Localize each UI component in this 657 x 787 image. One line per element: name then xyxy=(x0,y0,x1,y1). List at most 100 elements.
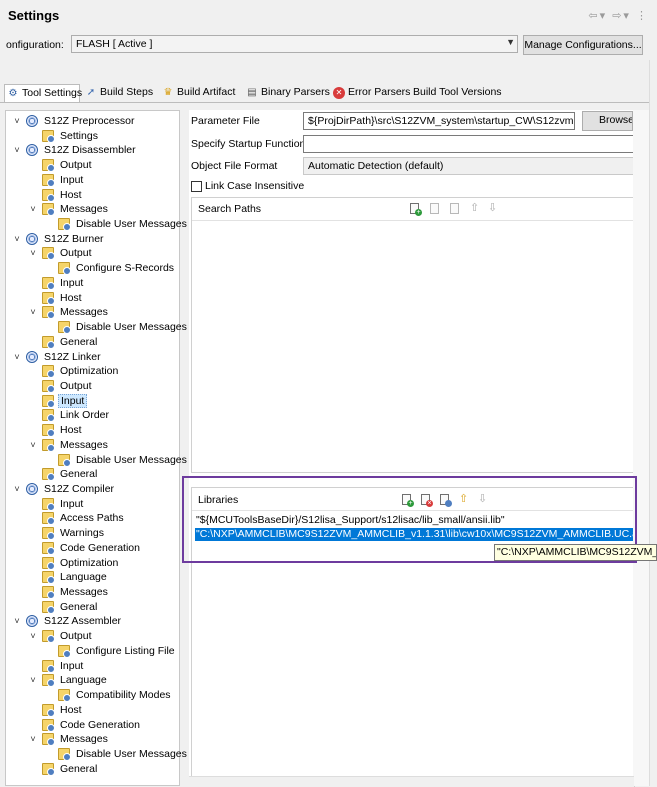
tree-item-label: Output xyxy=(60,630,92,643)
menu-icon[interactable]: ⋮ xyxy=(636,10,649,22)
settings-folder-icon xyxy=(42,659,55,673)
tab-label: Build Artifact xyxy=(177,86,236,98)
chevron-down-icon[interactable]: ˅ xyxy=(12,232,22,246)
tree-item-label: Output xyxy=(60,379,92,392)
window-title: Settings xyxy=(8,8,60,23)
tree-item-label: Disable User Messages xyxy=(76,453,187,466)
chevron-down-icon[interactable]: ˅ xyxy=(28,629,38,643)
tree-item-label: Code Generation xyxy=(60,718,140,731)
tree-item-label: Code Generation xyxy=(60,541,140,554)
tree-item-label: Configure S-Records xyxy=(76,262,175,275)
chevron-down-icon[interactable]: ˅ xyxy=(12,350,22,364)
chevron-down-icon[interactable]: ˅ xyxy=(12,482,22,496)
settings-folder-icon xyxy=(42,497,55,511)
tool-icon xyxy=(26,350,38,363)
chevron-down-icon[interactable]: ˅ xyxy=(28,305,38,319)
error-icon: ✕ xyxy=(333,87,345,99)
settings-folder-icon xyxy=(42,247,55,261)
tree-item-label: Messages xyxy=(60,306,108,319)
manage-configurations-button[interactable]: Manage Configurations... xyxy=(523,35,643,55)
settings-folder-icon xyxy=(42,600,55,614)
settings-folder-icon xyxy=(42,733,55,747)
tab-build-artifact[interactable]: ♛ Build Artifact xyxy=(160,84,242,102)
tree-item-label: Host xyxy=(60,291,82,304)
settings-folder-icon xyxy=(42,159,55,173)
artifact-icon: ♛ xyxy=(163,87,173,98)
chevron-down-icon[interactable]: ˅ xyxy=(12,614,22,628)
tree-item-label: Messages xyxy=(60,586,108,599)
tab-tool-settings[interactable]: ⚙ Tool Settings xyxy=(4,84,82,102)
tab-label: Build Steps xyxy=(100,86,154,98)
configuration-select[interactable]: FLASH [ Active ] ▼ xyxy=(71,35,518,53)
settings-folder-icon xyxy=(42,424,55,438)
settings-folder-icon xyxy=(42,468,55,482)
tree-item-label: Messages xyxy=(60,203,108,216)
chevron-down-icon[interactable]: ˅ xyxy=(28,673,38,687)
chevron-down-icon[interactable]: ˅ xyxy=(28,246,38,260)
browse-button[interactable]: Browse... xyxy=(582,111,633,131)
chevron-down-icon[interactable]: ˅ xyxy=(12,143,22,157)
settings-folder-icon xyxy=(42,438,55,452)
chevron-down-icon[interactable]: ˅ xyxy=(28,732,38,746)
link-case-label: Link Case Insensitive xyxy=(205,180,305,192)
forward-arrow-icon[interactable]: ⇨▾ xyxy=(612,10,631,22)
settings-panel: Parameter File ${ProjDirPath}\src\S12ZVM… xyxy=(189,110,649,787)
tree-item-label: Host xyxy=(60,424,82,437)
horizontal-scrollbar[interactable] xyxy=(189,776,634,787)
page-scrollbar[interactable] xyxy=(649,60,657,786)
move-down-icon[interactable]: ⇩ xyxy=(486,202,500,216)
tab-build-steps[interactable]: ➚ Build Steps xyxy=(83,84,157,102)
settings-folder-icon xyxy=(42,188,55,202)
settings-folder-icon xyxy=(42,335,55,349)
tree-item-label: Language xyxy=(60,571,107,584)
tree-item-label: Input xyxy=(60,173,84,186)
add-path-icon[interactable]: + xyxy=(408,202,422,216)
tab-binary-parsers[interactable]: ▤ Binary Parsers xyxy=(244,84,330,102)
settings-folder-icon xyxy=(42,703,55,717)
tree-item-label: Messages xyxy=(60,733,108,746)
tree-item-label: Compatibility Modes xyxy=(76,689,171,702)
settings-folder-icon xyxy=(58,747,71,761)
parameter-file-input[interactable]: ${ProjDirPath}\src\S12ZVM_system\startup… xyxy=(303,112,575,130)
library-tooltip: "C:\NXP\AMMCLIB\MC9S12ZVM_AMMCLIB_v1.1.3… xyxy=(494,544,657,561)
object-file-format-select[interactable]: Automatic Detection (default) xyxy=(303,157,639,175)
tree-item-label: S12Z Preprocessor xyxy=(44,115,135,127)
settings-folder-icon xyxy=(42,129,55,143)
chevron-down-icon[interactable]: ˅ xyxy=(28,438,38,452)
tree-item-label: Output xyxy=(60,159,92,172)
parameter-file-label: Parameter File xyxy=(191,115,260,127)
delete-path-icon[interactable] xyxy=(428,202,442,216)
link-case-checkbox[interactable] xyxy=(191,181,202,192)
tree-item-label: Optimization xyxy=(60,365,119,378)
object-file-format-label: Object File Format xyxy=(191,160,278,172)
tool-icon xyxy=(26,232,38,245)
tree-item-label: Access Paths xyxy=(60,512,124,525)
edit-path-icon[interactable] xyxy=(448,202,462,216)
move-up-icon[interactable]: ⇧ xyxy=(468,202,482,216)
tree-item-label: Link Order xyxy=(60,409,110,422)
startup-function-input[interactable] xyxy=(303,135,639,153)
tree-item-label: General xyxy=(60,335,98,348)
tree-item-label: S12Z Burner xyxy=(44,232,104,245)
settings-folder-icon xyxy=(42,586,55,600)
tab-label: Error Parsers xyxy=(348,86,411,98)
vertical-scrollbar[interactable] xyxy=(633,110,649,786)
tree-item-label: Input xyxy=(60,276,84,289)
nav-arrows[interactable]: ⇦▾ ⇨▾ ⋮ xyxy=(588,9,649,22)
tree-item-label: S12Z Compiler xyxy=(44,483,115,495)
tree-item-label: Disable User Messages xyxy=(76,218,187,231)
tree-item-label: Disable User Messages xyxy=(76,321,187,334)
settings-folder-icon xyxy=(42,306,55,320)
tool-settings-tree[interactable]: ˅ S12Z Preprocessor Settings ˅ S12Z Disassem… xyxy=(5,110,187,786)
tab-label: Binary Parsers xyxy=(261,86,330,98)
settings-folder-icon xyxy=(58,453,71,467)
settings-folder-icon xyxy=(58,644,71,658)
settings-folder-icon xyxy=(58,262,71,276)
tree-item-label: Disable User Messages xyxy=(76,747,187,760)
back-arrow-icon[interactable]: ⇦▾ xyxy=(588,10,607,22)
settings-folder-icon xyxy=(58,218,71,232)
chevron-down-icon[interactable]: ˅ xyxy=(28,202,38,216)
tab-error-parsers[interactable]: ✕ Error Parsers xyxy=(331,84,411,102)
chevron-down-icon[interactable]: ˅ xyxy=(12,114,22,128)
tab-build-tool-versions[interactable]: Build Tool Versions xyxy=(409,84,509,102)
